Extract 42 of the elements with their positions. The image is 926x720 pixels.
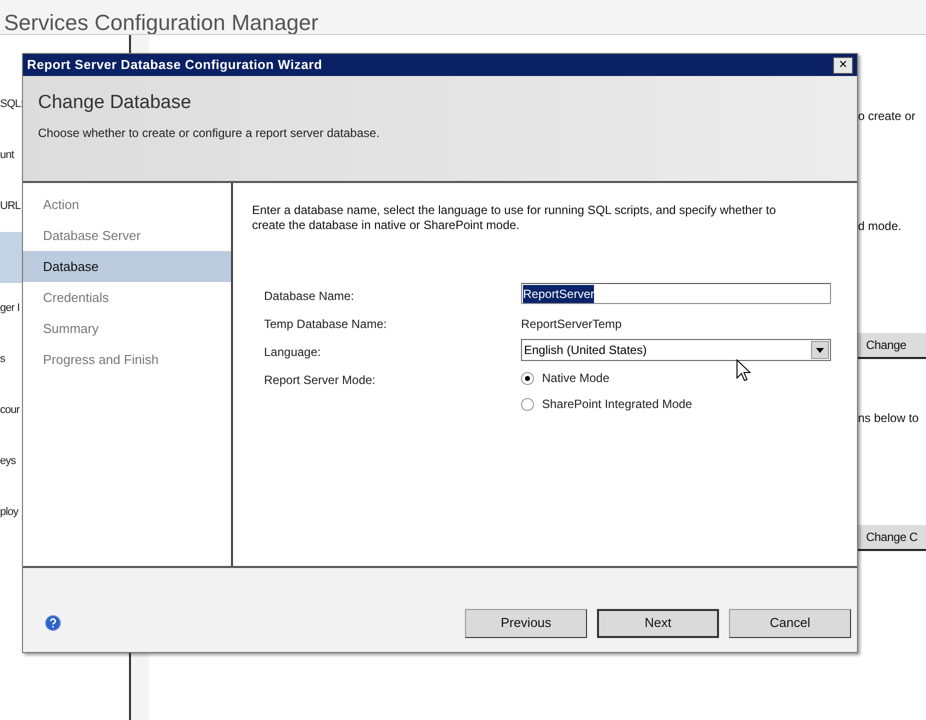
wizard-button[interactable]: Previous [465, 608, 587, 638]
nav-item[interactable]: ploy [0, 504, 18, 521]
dropdown-arrow-icon [816, 348, 824, 352]
radio-label[interactable]: SharePoint Integrated Mode [542, 395, 692, 413]
radio-label[interactable]: Native Mode [542, 369, 610, 387]
wizard-step[interactable]: Summary [23, 313, 231, 344]
wizard-step[interactable]: Action [23, 189, 231, 220]
language-dropdown[interactable]: English (United States) [521, 339, 831, 361]
close-button[interactable]: ✕ [833, 56, 853, 74]
nav-item[interactable]: eys [0, 453, 16, 470]
wizard-step[interactable]: Credentials [23, 282, 231, 313]
nav-item[interactable]: ger I [0, 300, 20, 317]
description-text: ns below to [858, 410, 920, 427]
mouse-cursor-icon [736, 359, 752, 383]
nav-item[interactable]: URL [0, 198, 21, 215]
page-heading: Change Database [38, 92, 192, 114]
wizard-button[interactable]: Next [597, 608, 719, 638]
wizard-step[interactable]: Database Server [23, 220, 231, 251]
field-label: Temp Database Name: [264, 316, 388, 333]
wizard-button[interactable]: Cancel [729, 608, 851, 638]
instructions-text: Enter a database name, select the language to use for running SQL scripts, and specify whether to create the database in native or SharePoint mode. [252, 203, 777, 233]
window-title: Services Configuration Manager [4, 12, 318, 34]
wizard-step[interactable]: Database [23, 251, 231, 282]
nav-item[interactable]: SQL: [0, 96, 24, 113]
field-label: Report Server Mode: [264, 372, 376, 389]
field-value: ReportServerTemp [521, 316, 622, 333]
radio-button[interactable] [521, 398, 534, 410]
description-text: d mode. [858, 218, 902, 235]
change-button[interactable]: Change C [858, 525, 926, 551]
description-text: o create or [858, 108, 916, 125]
input-field[interactable]: ReportServer [521, 283, 831, 304]
change-button[interactable]: Change [858, 333, 926, 359]
page-description: Choose whether to create or configure a report server database. [38, 125, 381, 142]
field-label: Language: [264, 344, 322, 361]
nav-item[interactable]: s [0, 351, 5, 368]
field-label: Database Name: [264, 288, 356, 305]
nav-item[interactable]: unt [0, 147, 14, 164]
help-icon[interactable] [45, 615, 61, 631]
radio-button[interactable] [521, 372, 534, 384]
nav-item[interactable]: cour [0, 402, 20, 419]
wizard-step[interactable]: Progress and Finish [23, 344, 231, 375]
window-title: Report Server Database Configuration Wizard [27, 56, 322, 74]
